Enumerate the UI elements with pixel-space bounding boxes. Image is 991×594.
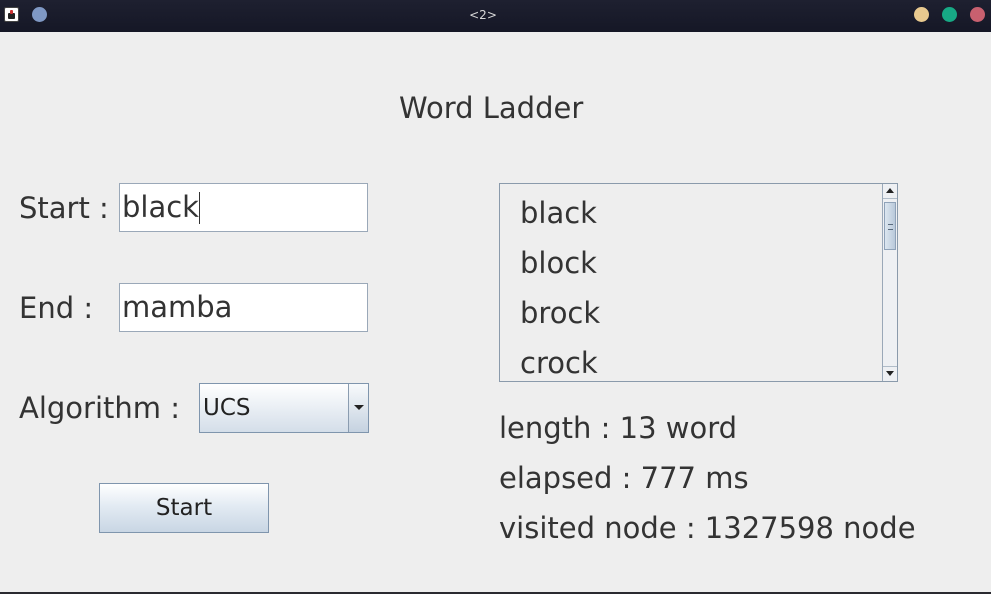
- list-item[interactable]: crock: [520, 343, 600, 381]
- start-word-input[interactable]: black: [119, 183, 368, 232]
- algorithm-selected-value: UCS: [203, 395, 251, 421]
- start-label: Start :: [19, 191, 109, 225]
- elapsed-time-text: elapsed : 777 ms: [499, 461, 749, 495]
- close-icon[interactable]: [970, 7, 985, 22]
- result-path-list[interactable]: black block brock crock: [499, 183, 898, 382]
- start-button[interactable]: Start: [99, 483, 269, 533]
- text-caret: [198, 192, 200, 224]
- visited-nodes-text: visited node : 1327598 node: [499, 511, 916, 545]
- scroll-down-arrow-icon[interactable]: [883, 366, 897, 381]
- result-list-items: black block brock crock: [520, 193, 600, 381]
- list-item[interactable]: block: [520, 243, 600, 293]
- vertical-scrollbar[interactable]: [882, 184, 897, 381]
- path-length-text: length : 13 word: [499, 411, 738, 445]
- window-titlebar[interactable]: <2>: [0, 0, 991, 32]
- scroll-up-arrow-icon[interactable]: [883, 184, 897, 199]
- list-item[interactable]: brock: [520, 293, 600, 343]
- end-word-input[interactable]: mamba: [119, 283, 368, 332]
- maximize-icon[interactable]: [942, 7, 957, 22]
- algorithm-label: Algorithm :: [19, 391, 181, 425]
- start-word-value: black: [122, 190, 199, 224]
- list-item[interactable]: black: [520, 193, 600, 243]
- scroll-thumb[interactable]: [884, 202, 896, 250]
- page-title: Word Ladder: [399, 91, 584, 125]
- end-word-value: mamba: [122, 290, 233, 324]
- minimize-icon[interactable]: [914, 7, 929, 22]
- window-title: <2>: [469, 8, 497, 22]
- algorithm-select[interactable]: UCS: [199, 383, 369, 433]
- chevron-down-icon[interactable]: [348, 384, 368, 432]
- end-label: End :: [19, 291, 94, 325]
